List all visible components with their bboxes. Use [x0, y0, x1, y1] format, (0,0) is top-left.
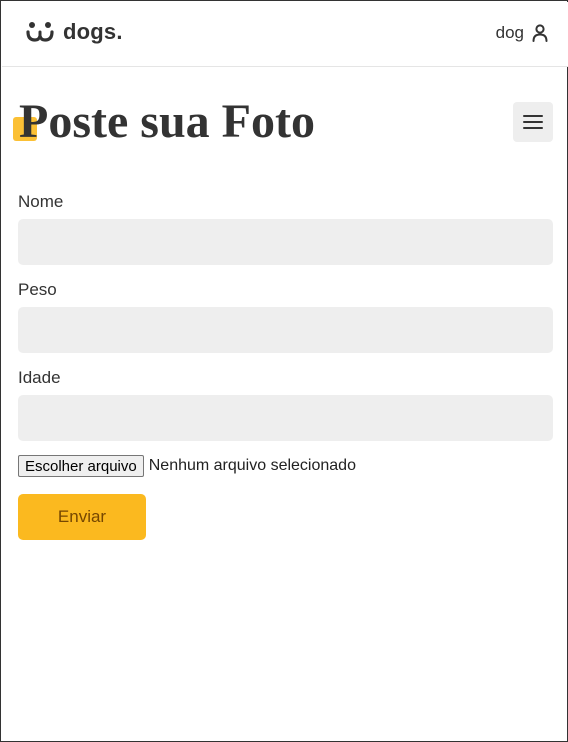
peso-input[interactable] — [18, 307, 553, 353]
idade-input[interactable] — [18, 395, 553, 441]
site-header: dogs. dog — [2, 2, 568, 67]
dog-face-icon — [26, 22, 54, 42]
file-status-text: Nenhum arquivo selecionado — [148, 457, 356, 474]
submit-button[interactable]: Enviar — [18, 494, 146, 540]
logo-text: dogs. — [63, 19, 123, 44]
idade-label: Idade — [18, 368, 61, 387]
choose-file-button[interactable]: Escolher arquivo — [18, 455, 144, 477]
user-icon — [532, 24, 548, 42]
nome-label: Nome — [18, 192, 64, 211]
hamburger-menu-button[interactable] — [513, 102, 553, 142]
home-logo-link[interactable]: dogs. — [26, 19, 123, 45]
page-frame: dogs. dog Poste sua Foto Nome Peso Idade… — [0, 0, 568, 742]
peso-label: Peso — [18, 280, 57, 299]
hamburger-menu-icon — [523, 115, 543, 117]
page-title-wrap: Poste sua Foto — [13, 94, 315, 150]
user-name: dog — [495, 23, 524, 42]
page-title: Poste sua Foto — [19, 95, 315, 148]
file-picker: Escolher arquivo Nenhum arquivo selecion… — [18, 455, 553, 477]
post-photo-form: Nome Peso Idade Escolher arquivo Nenhum … — [18, 191, 553, 540]
nome-input[interactable] — [18, 219, 553, 265]
user-account-link[interactable]: dog — [496, 23, 548, 43]
